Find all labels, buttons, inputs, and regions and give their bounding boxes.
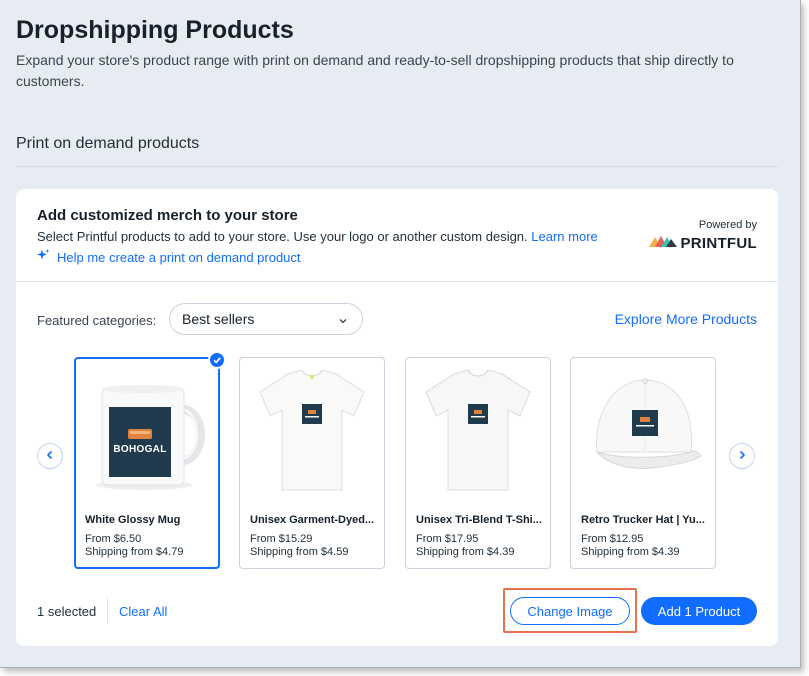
explore-more-products-link[interactable]: Explore More Products <box>615 311 757 327</box>
product-card-trucker-hat[interactable]: Retro Trucker Hat | Yu... From $12.95 Sh… <box>570 357 716 569</box>
powered-by-label: Powered by <box>698 219 757 231</box>
product-price: From $17.95 <box>416 533 479 545</box>
category-dropdown-value: Best sellers <box>182 311 255 327</box>
product-shipping: Shipping from $4.79 <box>85 546 184 558</box>
footer-separator <box>107 597 108 623</box>
help-create-link[interactable]: Help me create a print on demand product <box>37 249 301 265</box>
chevron-right-icon <box>737 447 747 465</box>
product-shipping: Shipping from $4.39 <box>416 546 515 558</box>
product-price: From $6.50 <box>85 533 142 545</box>
printful-mountains-icon <box>649 234 678 252</box>
page-subtitle: Expand your store's product range with p… <box>16 52 734 89</box>
mug-image: BOHOGAL <box>84 367 212 495</box>
product-price: From $15.29 <box>250 533 313 545</box>
category-dropdown[interactable]: Best sellers <box>169 303 363 335</box>
section-divider <box>16 166 778 167</box>
section-title: Print on demand products <box>16 135 200 152</box>
printful-wordmark: PRINTFUL <box>680 234 757 252</box>
sparkle-icon <box>37 249 50 265</box>
product-price: From $12.95 <box>581 533 644 545</box>
product-card-tri-blend-tee[interactable]: Unisex Tri-Blend T-Shi... From $17.95 Sh… <box>405 357 551 569</box>
card-title: Add customized merch to your store <box>37 207 298 224</box>
hat-image <box>579 366 707 494</box>
change-image-button[interactable]: Change Image <box>510 597 630 625</box>
card-description: Select Printful products to add to your … <box>37 229 598 244</box>
clear-all-link[interactable]: Clear All <box>119 604 167 619</box>
selected-count: 1 selected <box>37 604 97 619</box>
page-title: Dropshipping Products <box>16 16 294 44</box>
card-description-text: Select Printful products to add to your … <box>37 229 528 244</box>
print-on-demand-card: Add customized merch to your store Selec… <box>16 189 778 646</box>
card-divider <box>16 281 778 282</box>
add-product-button[interactable]: Add 1 Product <box>641 597 757 625</box>
carousel-next-button[interactable] <box>729 443 755 469</box>
selected-check-icon <box>208 351 226 369</box>
featured-categories-label: Featured categories: <box>37 313 157 328</box>
chevron-left-icon <box>45 447 55 465</box>
product-shipping: Shipping from $4.39 <box>581 546 680 558</box>
printful-logo: PRINTFUL <box>649 234 757 252</box>
product-card-garment-dyed-tee[interactable]: Unisex Garment-Dyed... From $15.29 Shipp… <box>239 357 385 569</box>
mug-logo-text: BOHOGAL <box>113 444 167 455</box>
tshirt-image <box>414 366 542 494</box>
product-name: Retro Trucker Hat | Yu... <box>581 514 705 526</box>
product-card-mug[interactable]: BOHOGAL White Glossy Mug From $6.50 Ship… <box>74 351 226 569</box>
product-name: Unisex Garment-Dyed... <box>250 514 375 526</box>
carousel-prev-button[interactable] <box>37 443 63 469</box>
product-shipping: Shipping from $4.59 <box>250 546 349 558</box>
app-frame: Dropshipping Products Expand your store'… <box>0 0 801 668</box>
help-create-label: Help me create a print on demand product <box>57 249 301 265</box>
tshirt-image <box>248 366 376 494</box>
powered-by: Powered by PRINTFUL <box>649 219 757 252</box>
chevron-down-icon <box>338 313 348 329</box>
product-name: White Glossy Mug <box>85 514 181 526</box>
product-name: Unisex Tri-Blend T-Shi... <box>416 514 542 526</box>
learn-more-link[interactable]: Learn more <box>531 229 597 244</box>
